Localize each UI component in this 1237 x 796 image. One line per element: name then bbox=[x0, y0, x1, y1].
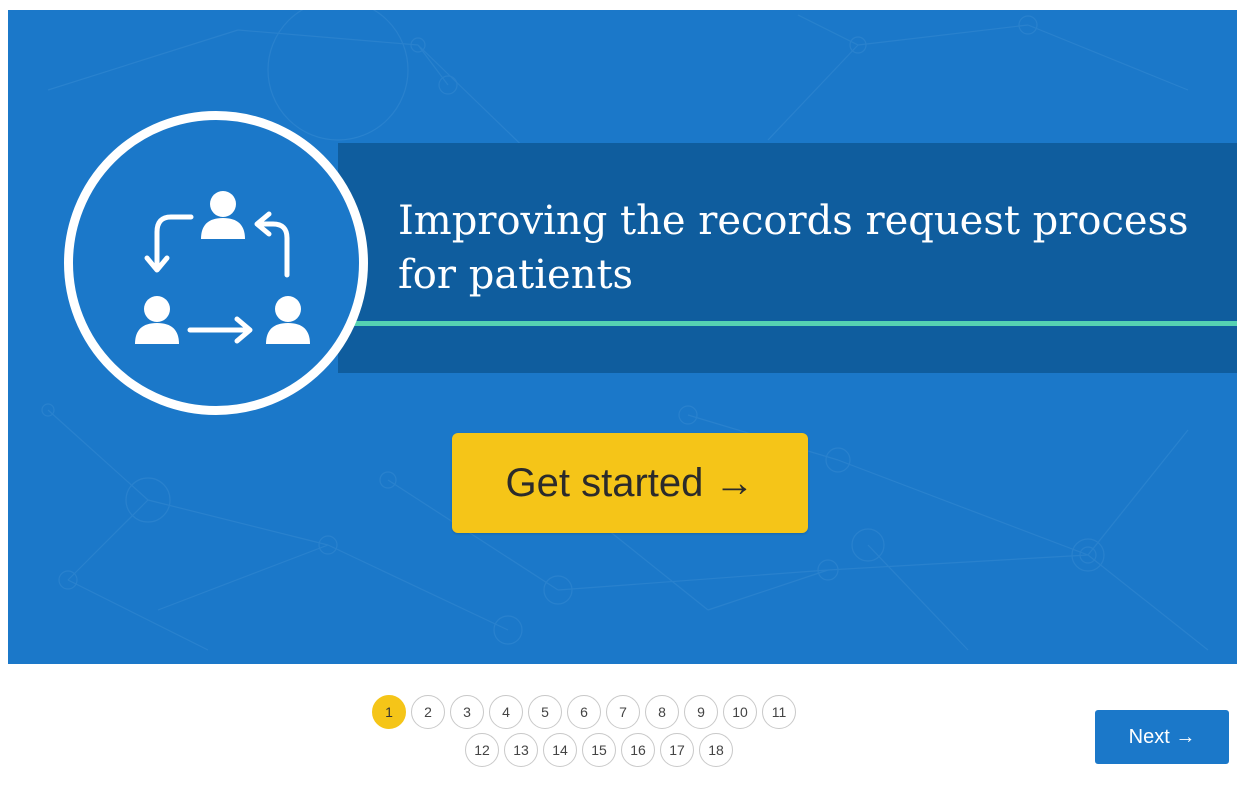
page-button[interactable]: 7 bbox=[606, 695, 640, 729]
people-exchange-icon bbox=[64, 111, 368, 415]
pagination: 1 2 3 4 5 6 7 8 9 10 11 12 13 14 15 16 1… bbox=[372, 695, 892, 767]
get-started-button[interactable]: Get started → bbox=[452, 433, 808, 533]
page-button[interactable]: 18 bbox=[699, 733, 733, 767]
page-button[interactable]: 15 bbox=[582, 733, 616, 767]
page-button[interactable]: 8 bbox=[645, 695, 679, 729]
page-button[interactable]: 4 bbox=[489, 695, 523, 729]
page-button[interactable]: 14 bbox=[543, 733, 577, 767]
page-button[interactable]: 1 bbox=[372, 695, 406, 729]
page-title: Improving the records request process fo… bbox=[398, 198, 1189, 298]
pagination-row-1: 1 2 3 4 5 6 7 8 9 10 11 bbox=[372, 695, 892, 729]
page-button[interactable]: 5 bbox=[528, 695, 562, 729]
page-button[interactable]: 6 bbox=[567, 695, 601, 729]
page-button[interactable]: 13 bbox=[504, 733, 538, 767]
page-button[interactable]: 3 bbox=[450, 695, 484, 729]
page-button[interactable]: 16 bbox=[621, 733, 655, 767]
page-button[interactable]: 2 bbox=[411, 695, 445, 729]
accent-line bbox=[338, 321, 1237, 326]
page-button[interactable]: 10 bbox=[723, 695, 757, 729]
page-button[interactable]: 12 bbox=[465, 733, 499, 767]
next-button[interactable]: Next → bbox=[1095, 710, 1229, 764]
page-button[interactable]: 17 bbox=[660, 733, 694, 767]
page-button[interactable]: 11 bbox=[762, 695, 796, 729]
pagination-row-2: 12 13 14 15 16 17 18 bbox=[465, 733, 892, 767]
page-button[interactable]: 9 bbox=[684, 695, 718, 729]
hero-banner: Improving the records request process fo… bbox=[8, 10, 1237, 664]
